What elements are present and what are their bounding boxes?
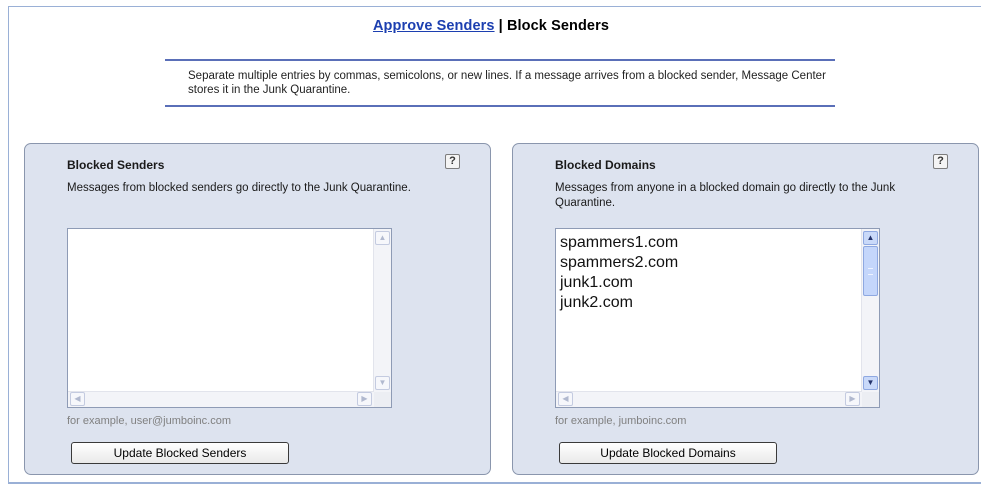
blocked-senders-textarea[interactable]: ▲ ▼ ◀ ▶	[67, 228, 392, 408]
vertical-scrollbar[interactable]: ▲ ▼	[373, 229, 391, 392]
approve-senders-link[interactable]: Approve Senders	[373, 18, 495, 34]
scrollbar-corner	[862, 392, 879, 407]
update-blocked-senders-button[interactable]: Update Blocked Senders	[71, 442, 289, 464]
blocked-senders-title: Blocked Senders	[67, 158, 165, 172]
scroll-down-arrow-icon[interactable]: ▼	[375, 376, 390, 390]
scroll-left-arrow-icon[interactable]: ◀	[70, 392, 85, 406]
block-senders-label: Block Senders	[506, 18, 610, 34]
help-icon[interactable]: ?	[933, 154, 948, 169]
page-title: Approve Senders | Block Senders	[0, 18, 982, 34]
blocked-senders-panel: Blocked Senders ? Messages from blocked …	[24, 143, 491, 475]
scroll-right-arrow-icon[interactable]: ▶	[357, 392, 372, 406]
scroll-up-arrow-icon[interactable]: ▲	[863, 231, 878, 245]
instructions-text: Separate multiple entries by commas, sem…	[188, 70, 826, 96]
title-separator: |	[494, 18, 507, 34]
blocked-senders-textarea-value[interactable]	[72, 233, 373, 391]
blocked-domains-example: for example, jumboinc.com	[555, 415, 687, 427]
blocked-senders-description: Messages from blocked senders go directl…	[67, 182, 411, 194]
scroll-down-arrow-icon[interactable]: ▼	[863, 376, 878, 390]
scroll-up-arrow-icon[interactable]: ▲	[375, 231, 390, 245]
vertical-scrollbar[interactable]: ▲ ▼	[861, 229, 879, 392]
horizontal-scrollbar[interactable]: ◀ ▶	[556, 391, 862, 407]
scrollbar-thumb[interactable]	[863, 246, 878, 296]
blocked-domains-textarea-value[interactable]: spammers1.com spammers2.com junk1.com ju…	[560, 233, 861, 391]
blocked-domains-title: Blocked Domains	[555, 158, 656, 172]
blocked-domains-textarea[interactable]: spammers1.com spammers2.com junk1.com ju…	[555, 228, 880, 408]
blocked-domains-panel: Blocked Domains ? Messages from anyone i…	[512, 143, 979, 475]
help-icon[interactable]: ?	[445, 154, 460, 169]
scroll-left-arrow-icon[interactable]: ◀	[558, 392, 573, 406]
blocked-senders-example: for example, user@jumboinc.com	[67, 415, 232, 427]
horizontal-scrollbar[interactable]: ◀ ▶	[68, 391, 374, 407]
blocked-domains-description: Messages from anyone in a blocked domain…	[555, 182, 896, 209]
scroll-right-arrow-icon[interactable]: ▶	[845, 392, 860, 406]
scrollbar-corner	[374, 392, 391, 407]
instructions-box: Separate multiple entries by commas, sem…	[165, 59, 835, 107]
update-blocked-domains-button[interactable]: Update Blocked Domains	[559, 442, 777, 464]
